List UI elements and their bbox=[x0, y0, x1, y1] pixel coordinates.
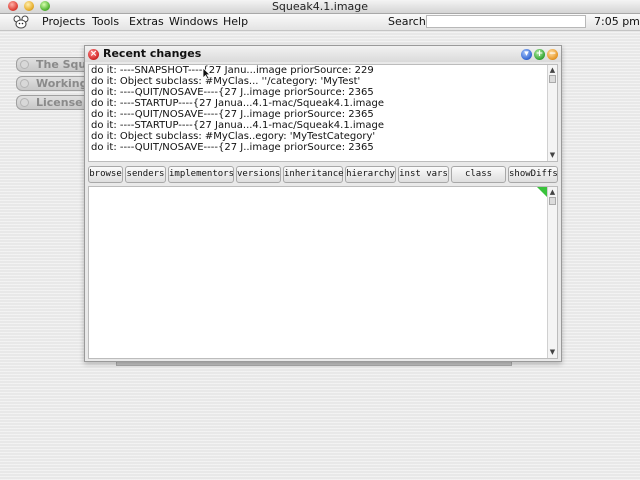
window-title: Recent changes bbox=[103, 47, 202, 60]
recent-changes-window: × Recent changes ▾ + − do it: ----SNAPSH… bbox=[84, 45, 562, 362]
hierarchy-button[interactable]: hierarchy bbox=[345, 166, 396, 183]
scroll-up-arrow-icon[interactable]: ▲ bbox=[548, 65, 557, 75]
list-item[interactable]: do it: ----QUIT/NOSAVE----{27 J..image p… bbox=[91, 87, 374, 98]
list-item[interactable]: do it: ----QUIT/NOSAVE----{27 J..image p… bbox=[91, 109, 374, 120]
show-diffs-button[interactable]: showDiffs bbox=[508, 166, 558, 183]
code-pane[interactable]: ▲ ▼ bbox=[88, 186, 558, 359]
squeak-logo-icon[interactable] bbox=[13, 15, 29, 29]
menu-tools[interactable]: Tools bbox=[92, 15, 119, 29]
close-icon[interactable]: × bbox=[88, 49, 99, 60]
changes-list[interactable]: do it: ----SNAPSHOT----{27 Janu...image … bbox=[88, 64, 558, 162]
list-item[interactable]: do it: Object subclass: #MyClas... ''/ca… bbox=[91, 76, 360, 87]
browser-button-bar: browse senders implementors versions inh… bbox=[88, 166, 558, 194]
background-window-edge bbox=[116, 362, 512, 366]
implementors-button[interactable]: implementors bbox=[168, 166, 234, 183]
scroll-down-arrow-icon[interactable]: ▼ bbox=[548, 150, 557, 160]
list-item[interactable]: do it: ----STARTUP----{27 Janua...4.1-ma… bbox=[91, 98, 384, 109]
menu-bar: Projects Tools Extras Windows Help Searc… bbox=[0, 14, 640, 31]
menu-windows[interactable]: Windows bbox=[169, 15, 218, 29]
window-titlebar[interactable]: × Recent changes ▾ + − bbox=[85, 46, 561, 62]
browse-button[interactable]: browse bbox=[88, 166, 123, 183]
flap-close-icon[interactable] bbox=[20, 79, 29, 88]
list-item[interactable]: do it: ----SNAPSHOT----{27 Janu...image … bbox=[91, 65, 374, 76]
scroll-thumb[interactable] bbox=[549, 75, 556, 83]
senders-button[interactable]: senders bbox=[125, 166, 166, 183]
scroll-thumb[interactable] bbox=[549, 197, 556, 205]
mouse-cursor-icon bbox=[202, 67, 211, 80]
menu-projects[interactable]: Projects bbox=[42, 15, 85, 29]
expand-icon[interactable]: + bbox=[534, 49, 545, 60]
os-titlebar: Squeak4.1.image bbox=[0, 0, 640, 14]
inst-vars-button[interactable]: inst vars bbox=[398, 166, 449, 183]
search-label: Search: bbox=[388, 15, 430, 28]
flap-label: Working bbox=[36, 77, 88, 90]
window-menu-icon[interactable]: ▾ bbox=[521, 49, 532, 60]
flap-close-icon[interactable] bbox=[20, 60, 29, 69]
scroll-down-arrow-icon[interactable]: ▼ bbox=[548, 347, 557, 357]
list-item[interactable]: do it: Object subclass: #MyClas..egory: … bbox=[91, 131, 375, 142]
os-window-title: Squeak4.1.image bbox=[271, 0, 369, 13]
menu-extras[interactable]: Extras bbox=[129, 15, 164, 29]
list-scrollbar[interactable]: ▲ ▼ bbox=[547, 65, 557, 161]
flap-close-icon[interactable] bbox=[20, 98, 29, 107]
menu-help[interactable]: Help bbox=[223, 15, 248, 29]
flap-label: License bbox=[36, 96, 83, 109]
clock: 7:05 pm bbox=[594, 15, 640, 28]
inheritance-button[interactable]: inheritance bbox=[283, 166, 344, 183]
list-item[interactable]: do it: ----STARTUP----{27 Janua...4.1-ma… bbox=[91, 120, 384, 131]
code-scrollbar[interactable]: ▲ ▼ bbox=[547, 187, 557, 358]
scroll-up-arrow-icon[interactable]: ▲ bbox=[548, 187, 557, 197]
class-vars-button[interactable]: class vars bbox=[451, 166, 506, 194]
collapse-icon[interactable]: − bbox=[547, 49, 558, 60]
list-item[interactable]: do it: ----QUIT/NOSAVE----{27 J..image p… bbox=[91, 142, 374, 153]
flap-label: The Squ bbox=[36, 58, 87, 71]
search-input[interactable] bbox=[426, 15, 586, 28]
versions-button[interactable]: versions bbox=[236, 166, 281, 183]
